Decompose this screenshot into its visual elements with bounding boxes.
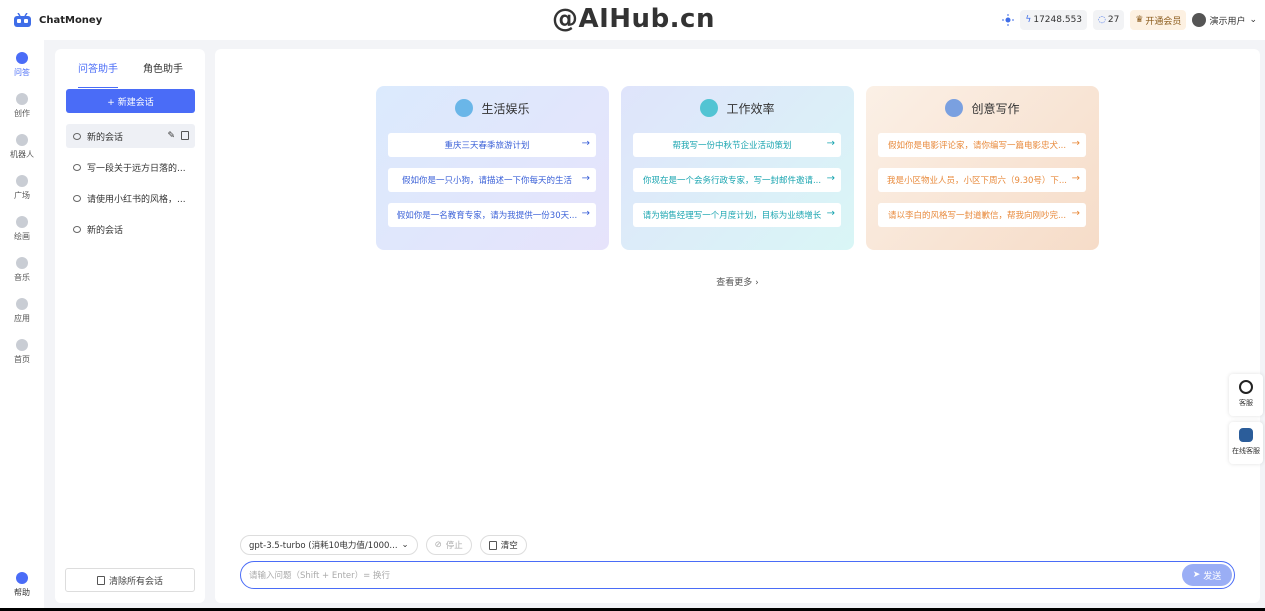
nav-item-home[interactable]: 首页	[0, 339, 44, 365]
arrow-right-icon: →	[826, 208, 835, 219]
online-service-button[interactable]: 在线客服	[1229, 422, 1263, 464]
send-button[interactable]: ➤ 发送	[1182, 564, 1232, 586]
prompt-suggestion[interactable]: 假如你是电影评论家，请你编写一篇电影忠犬... →	[878, 133, 1086, 157]
category-card-work: 工作效率 帮我写一份中秋节企业活动策划 → 你现在是一个会务行政专家，写一封邮件邀…	[621, 86, 854, 250]
paper-plane-icon: ➤	[1192, 570, 1201, 580]
crown-icon: ♛	[1135, 15, 1144, 25]
stop-button[interactable]: ⊘ 停止	[425, 535, 472, 555]
watermark: @AIHub.cn	[552, 4, 715, 34]
efficiency-icon	[700, 99, 719, 117]
new-conversation-button[interactable]: + 新建会话	[66, 89, 195, 113]
message-input[interactable]	[249, 568, 1149, 583]
arrow-right-icon: →	[826, 173, 835, 184]
logo[interactable]: ChatMoney	[13, 12, 103, 28]
globe-icon	[455, 99, 474, 117]
headset-icon	[1239, 380, 1253, 394]
user-menu[interactable]: 演示用户 ⌄	[1192, 13, 1257, 27]
prompt-suggestion[interactable]: 假如你是一名教育专家，请为我提供一份30天... →	[388, 203, 596, 227]
robot-icon	[1239, 428, 1253, 442]
tab-role-assistant[interactable]: 角色助手	[143, 60, 183, 75]
chat-bubble-icon	[73, 225, 81, 233]
home-icon	[16, 339, 28, 351]
chat-icon	[16, 52, 28, 64]
conversation-item[interactable]: 新的会话	[66, 217, 195, 241]
conversation-item[interactable]: 请使用小红书的风格，...	[66, 186, 195, 210]
arrow-right-icon: →	[1071, 208, 1080, 219]
app-name: ChatMoney	[39, 14, 103, 26]
message-composer: ➤ 发送	[240, 561, 1235, 589]
nav-item-create[interactable]: 创作	[0, 93, 44, 119]
prompt-suggestion[interactable]: 请以李白的风格写一封道歉信，帮我向刚吵完... →	[878, 203, 1086, 227]
card-title: 创意写作	[971, 101, 1020, 116]
arrow-right-icon: →	[581, 138, 590, 149]
sun-theme-icon[interactable]	[1002, 14, 1015, 26]
model-select[interactable]: gpt-3.5-turbo (消耗10电力值/1000... ⌄	[240, 535, 418, 555]
clear-button[interactable]: 清空	[479, 535, 527, 555]
palette-icon	[16, 216, 28, 228]
robot-logo-icon	[14, 12, 31, 27]
count-badge[interactable]: ◌ 27	[1093, 10, 1125, 30]
tab-underline	[78, 87, 118, 88]
nav-item-square[interactable]: 广场	[0, 175, 44, 201]
category-card-life: 生活娱乐 重庆三天春季旅游计划 → 假如你是一只小狗，请描述一下你每天的生活 → 假…	[376, 86, 609, 250]
writing-icon	[945, 99, 964, 117]
nav-item-qa[interactable]: 问答	[0, 52, 44, 78]
nav-item-draw[interactable]: 绘画	[0, 216, 44, 242]
nav-item-help[interactable]: 帮助	[0, 572, 44, 598]
trash-icon	[488, 540, 497, 550]
prompt-suggestion[interactable]: 我是小区物业人员，小区下周六（9.30号）下... →	[878, 168, 1086, 192]
chevron-down-icon: ⌄	[1249, 15, 1257, 25]
card-title: 工作效率	[726, 101, 775, 116]
stop-icon: ⊘	[434, 540, 442, 550]
lightning-icon: ϟ	[1025, 15, 1032, 25]
vip-button[interactable]: ♛ 开通会员	[1130, 10, 1187, 30]
conversation-item[interactable]: 新的会话 ✎	[66, 124, 195, 148]
top-bar: ChatMoney @AIHub.cn ϟ 17248.553 ◌ 27 ♛ 开…	[0, 0, 1265, 40]
prompt-suggestion[interactable]: 帮我写一份中秋节企业活动策划 →	[633, 133, 841, 157]
prompt-suggestion[interactable]: 你现在是一个会务行政专家，写一封邮件邀请... →	[633, 168, 841, 192]
left-nav: 问答 创作 机器人 广场 绘画 音乐 应用 首页 帮助	[0, 40, 44, 611]
music-icon	[16, 257, 28, 269]
conversation-item[interactable]: 写一段关于远方日落的...	[66, 155, 195, 179]
pencil-icon	[16, 93, 28, 105]
nav-item-robot[interactable]: 机器人	[0, 134, 44, 160]
trash-icon[interactable]	[181, 131, 189, 140]
clear-all-conversations-button[interactable]: 清除所有会话	[65, 568, 195, 592]
prompt-suggestion[interactable]: 重庆三天春季旅游计划 →	[388, 133, 596, 157]
robot-icon	[16, 134, 28, 146]
tab-qa-assistant[interactable]: 问答助手	[78, 60, 118, 75]
chat-bubble-icon	[73, 163, 81, 171]
apps-icon	[16, 298, 28, 310]
see-more-link[interactable]: 查看更多 ›	[215, 275, 1260, 288]
prompt-suggestion[interactable]: 请为销售经理写一个月度计划，目标为业绩增长 →	[633, 203, 841, 227]
category-card-writing: 创意写作 假如你是电影评论家，请你编写一篇电影忠犬... → 我是小区物业人员，小…	[866, 86, 1099, 250]
chevron-down-icon: ⌄	[401, 540, 409, 550]
arrow-right-icon: →	[581, 173, 590, 184]
arrow-right-icon: →	[1071, 173, 1080, 184]
chat-bubble-icon	[73, 194, 81, 202]
loop-icon: ◌	[1098, 15, 1106, 25]
service-button[interactable]: 客服	[1229, 374, 1263, 416]
card-title: 生活娱乐	[481, 101, 530, 116]
trash-icon	[96, 575, 105, 585]
grid-icon	[16, 175, 28, 187]
arrow-right-icon: →	[826, 138, 835, 149]
help-icon	[16, 572, 28, 584]
chat-bubble-icon	[73, 132, 81, 140]
edit-icon[interactable]: ✎	[167, 131, 175, 141]
chat-main-panel: 生活娱乐 重庆三天春季旅游计划 → 假如你是一只小狗，请描述一下你每天的生活 → 假…	[215, 49, 1260, 603]
conversation-sidebar: 问答助手 角色助手 + 新建会话 新的会话 ✎ 写一段关于远方日落的... 请使…	[55, 49, 205, 603]
nav-item-apps[interactable]: 应用	[0, 298, 44, 324]
prompt-suggestion[interactable]: 假如你是一只小狗，请描述一下你每天的生活 →	[388, 168, 596, 192]
arrow-right-icon: →	[1071, 138, 1080, 149]
balance-badge[interactable]: ϟ 17248.553	[1020, 10, 1088, 30]
nav-item-music[interactable]: 音乐	[0, 257, 44, 283]
avatar	[1192, 13, 1207, 27]
arrow-right-icon: →	[581, 208, 590, 219]
